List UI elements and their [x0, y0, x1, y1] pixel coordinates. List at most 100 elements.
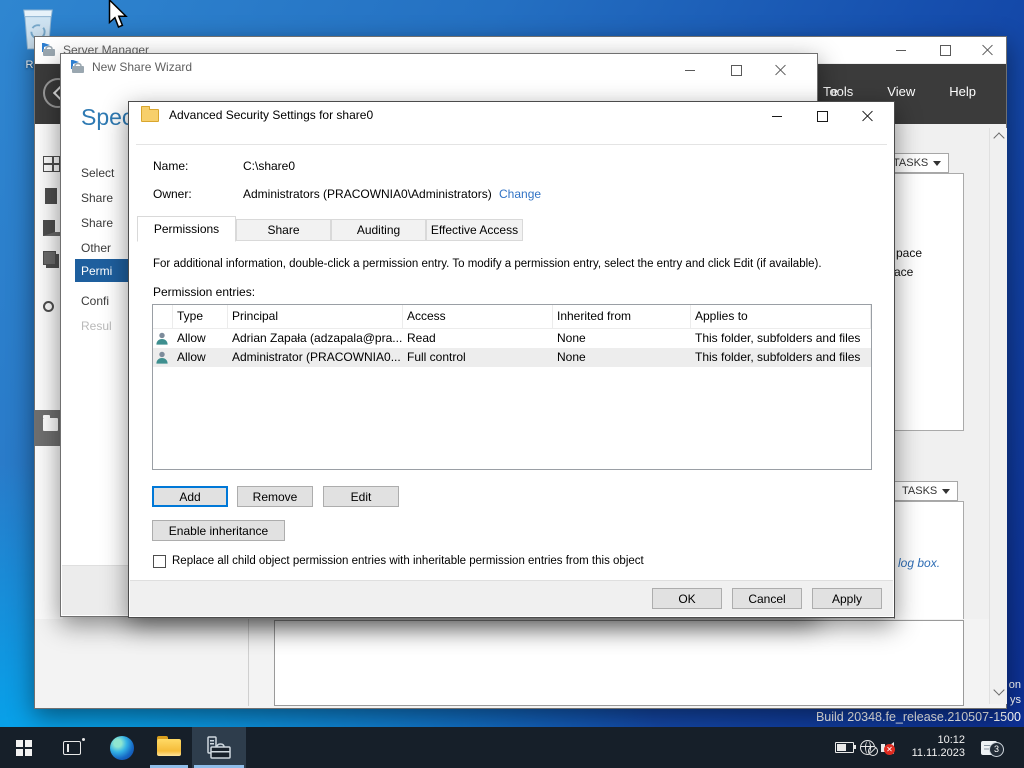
cancel-button[interactable]: Cancel: [732, 588, 802, 609]
add-button[interactable]: Add: [152, 486, 228, 507]
wizard-maximize-button[interactable]: [719, 60, 753, 80]
cell-type: Allow: [177, 350, 206, 364]
replace-child-permissions-label: Replace all child object permission entr…: [172, 555, 644, 567]
sm-minimize-button[interactable]: [884, 40, 918, 60]
taskbar-clock[interactable]: 10:12 11.11.2023: [912, 734, 965, 760]
cell-applies: This folder, subfolders and files: [695, 331, 861, 345]
permission-entry-row[interactable]: Allow Adrian Zapała (adzapala@pra... Rea…: [153, 329, 871, 348]
all-servers-icon[interactable]: [43, 220, 60, 236]
task-view-button[interactable]: [50, 727, 94, 768]
clipped-link-fragment[interactable]: log box.: [898, 556, 940, 570]
sm-close-button[interactable]: [970, 40, 1004, 60]
file-storage-icon[interactable]: [43, 251, 56, 265]
tasks-label: TASKS: [902, 485, 938, 497]
dialog-close-button[interactable]: [850, 106, 884, 126]
cell-inherited: None: [557, 331, 586, 345]
column-header-applies[interactable]: Applies to: [691, 305, 871, 328]
dialog-title: Advanced Security Settings for share0: [169, 108, 374, 122]
power-tray-icon[interactable]: [835, 727, 856, 768]
table-header-row: Type Principal Access Inherited from App…: [153, 305, 871, 329]
wizard-step-select[interactable]: Select: [81, 166, 114, 181]
wizard-step-permissions-label: Permi: [81, 264, 113, 278]
advanced-security-settings-dialog: Advanced Security Settings for share0 Na…: [128, 101, 895, 618]
replace-child-permissions-checkbox[interactable]: [153, 555, 166, 568]
shares-panel-box: [894, 173, 964, 431]
tab-effective-access[interactable]: Effective Access: [426, 219, 523, 241]
wizard-title: New Share Wizard: [92, 60, 193, 74]
name-value: C:\share0: [243, 159, 296, 173]
user-icon: [156, 332, 168, 345]
edge-icon: [110, 735, 134, 760]
wizard-step-results: Resul: [81, 319, 112, 333]
name-label: Name:: [153, 159, 189, 173]
enable-inheritance-button[interactable]: Enable inheritance: [152, 520, 285, 541]
tab-auditing[interactable]: Auditing: [331, 219, 426, 241]
chevron-down-icon: [942, 488, 950, 498]
column-header-access[interactable]: Access: [403, 305, 553, 328]
user-icon: [156, 351, 168, 364]
cell-applies: This folder, subfolders and files: [695, 350, 861, 364]
task-view-icon: [63, 737, 85, 755]
clipped-text-line2: ace: [894, 265, 914, 279]
column-header-icon: [153, 305, 173, 328]
menu-view[interactable]: View: [887, 84, 915, 99]
column-header-type[interactable]: Type: [173, 305, 228, 328]
server-manager-taskbar-button[interactable]: [192, 727, 246, 768]
scroll-up-icon[interactable]: [993, 132, 1005, 144]
ok-button[interactable]: OK: [652, 588, 722, 609]
taskbar: ✕ 10:12 11.11.2023 3: [0, 727, 1024, 768]
change-owner-link[interactable]: Change: [499, 187, 541, 201]
server-manager-app-icon: [42, 43, 55, 56]
owner-label: Owner:: [153, 187, 192, 201]
file-explorer-icon: [157, 736, 181, 756]
cell-access: Full control: [407, 350, 466, 364]
wizard-minimize-button[interactable]: [673, 60, 707, 80]
apply-button[interactable]: Apply: [812, 588, 882, 609]
notification-center-button[interactable]: 3: [981, 727, 1004, 768]
wizard-close-button[interactable]: [763, 60, 797, 80]
volume-muted-icon[interactable]: ✕: [881, 727, 895, 768]
wizard-step-share-location[interactable]: Share: [81, 191, 113, 206]
column-header-inherited[interactable]: Inherited from: [553, 305, 691, 328]
clock-date: 11.11.2023: [911, 747, 965, 759]
cell-access: Read: [407, 331, 436, 345]
edit-button[interactable]: Edit: [323, 486, 399, 507]
owner-value: Administrators (PRACOWNIA0\Administrator…: [243, 187, 492, 201]
permission-entries-label: Permission entries:: [153, 285, 256, 299]
shares-icon: [43, 415, 58, 431]
desktop: Recy on ys Build 20348.fe_release.210507…: [0, 0, 1024, 768]
tab-share[interactable]: Share: [236, 219, 331, 241]
dashboard-icon[interactable]: [43, 156, 60, 172]
permission-entry-row-selected[interactable]: Allow Administrator (PRACOWNIA0... Full …: [153, 348, 871, 367]
wizard-heading: Spec: [81, 104, 134, 130]
file-explorer-taskbar-button[interactable]: [146, 727, 192, 768]
start-button[interactable]: [0, 727, 48, 768]
wizard-step-share-name[interactable]: Share: [81, 216, 113, 231]
sm-maximize-button[interactable]: [928, 40, 962, 60]
wizard-step-confirmation[interactable]: Confi: [81, 294, 109, 309]
menu-tools[interactable]: Tools: [823, 84, 853, 99]
clipped-text-line1: pace: [896, 246, 923, 260]
notification-icon: 3: [981, 740, 1004, 757]
tasks-dropdown-bottom[interactable]: TASKS: [894, 481, 958, 501]
menu-help[interactable]: Help: [949, 84, 976, 99]
sm-selected-nav-item[interactable]: [35, 410, 63, 446]
dialog-minimize-button[interactable]: [760, 106, 794, 126]
column-header-principal[interactable]: Principal: [228, 305, 403, 328]
edge-taskbar-button[interactable]: [100, 727, 144, 768]
dialog-maximize-button[interactable]: [805, 106, 839, 126]
iis-globe-icon[interactable]: [43, 301, 54, 312]
cell-type: Allow: [177, 331, 206, 345]
wizard-step-other[interactable]: Other: [81, 241, 111, 256]
scroll-down-icon[interactable]: [993, 684, 1005, 696]
local-server-icon[interactable]: [45, 188, 57, 204]
remove-button[interactable]: Remove: [237, 486, 313, 507]
watermark-fragment-1: on: [1008, 679, 1021, 691]
cell-principal: Adrian Zapała (adzapala@pra...: [232, 331, 403, 345]
wizard-app-icon: [71, 60, 84, 73]
tab-permissions[interactable]: Permissions: [137, 216, 236, 242]
network-no-internet-icon[interactable]: [860, 727, 878, 768]
dialog-footer: OK Cancel Apply: [130, 580, 893, 616]
vertical-scrollbar[interactable]: [989, 128, 1007, 704]
cell-principal: Administrator (PRACOWNIA0...: [232, 350, 401, 364]
